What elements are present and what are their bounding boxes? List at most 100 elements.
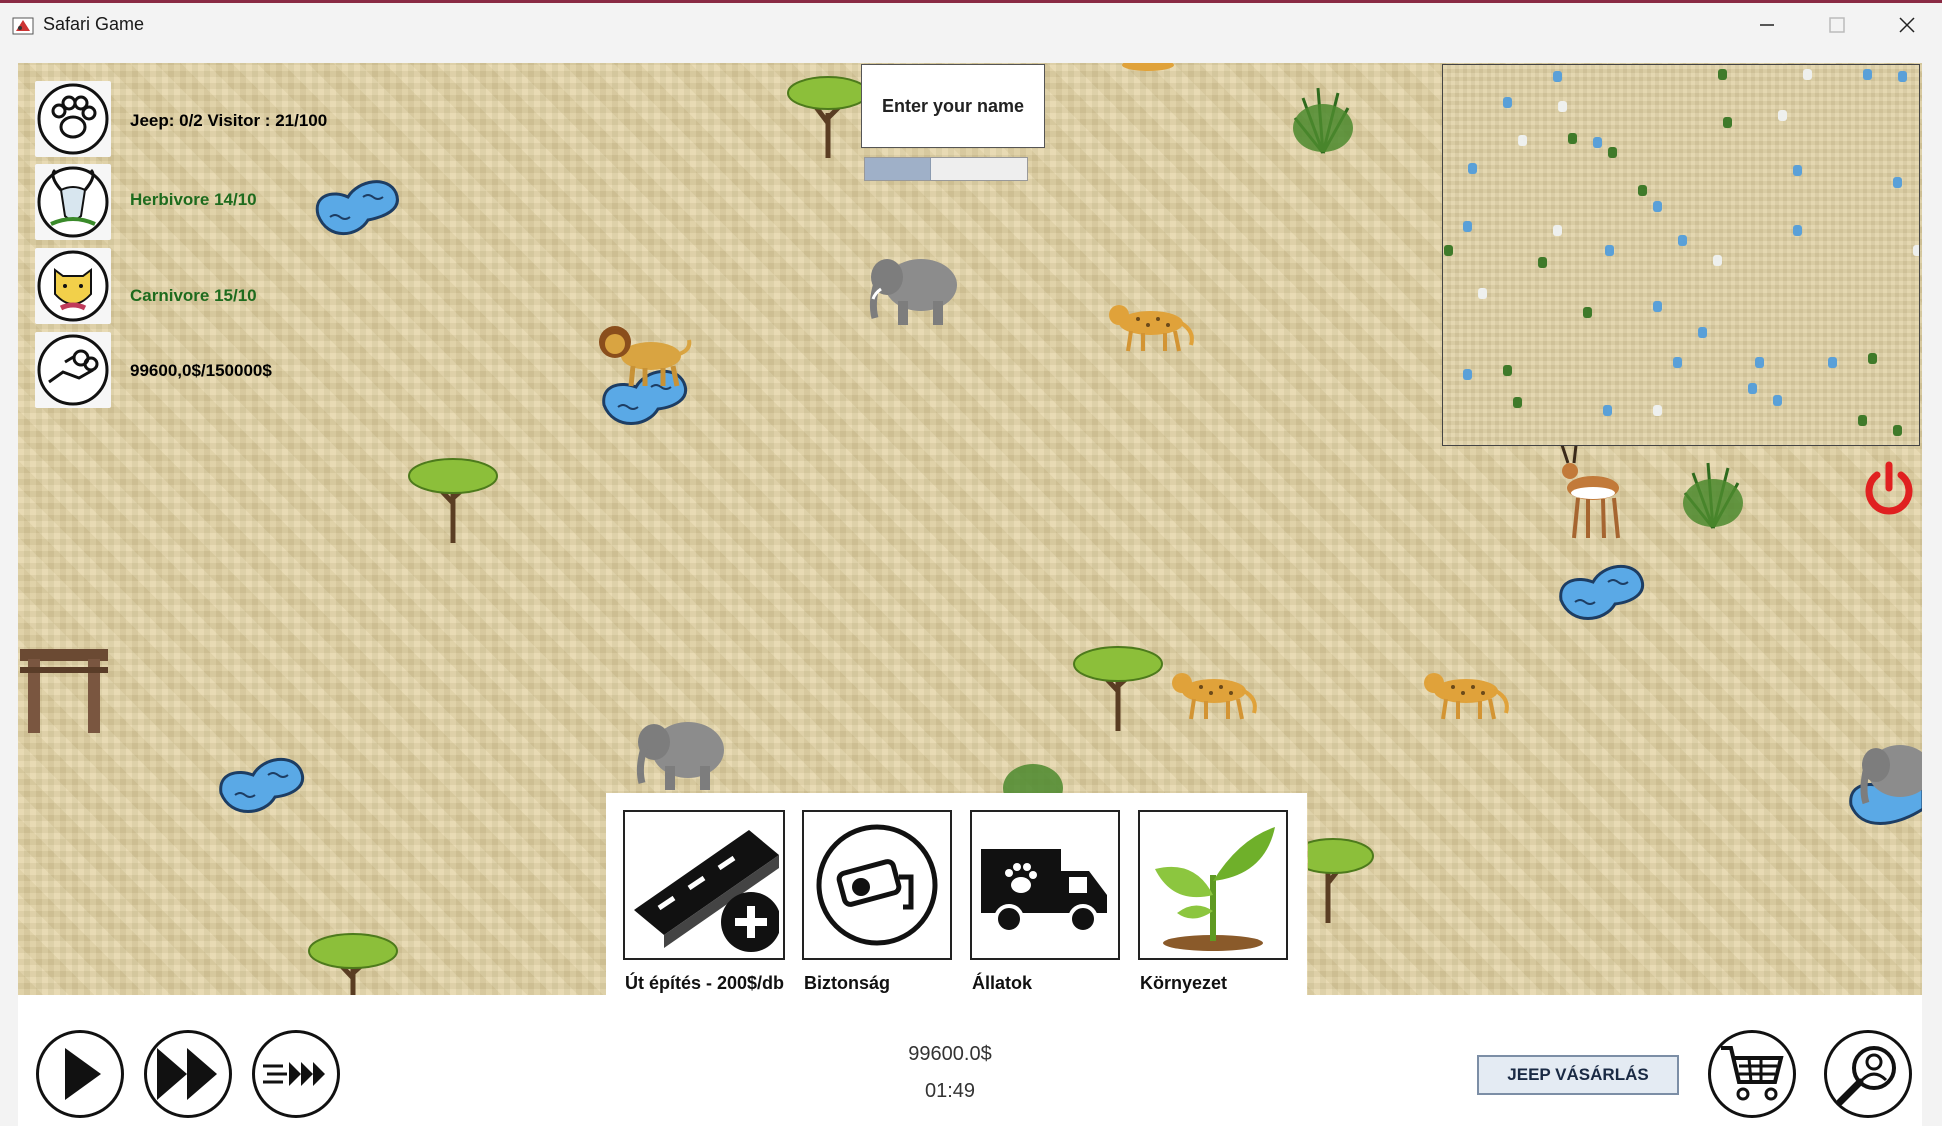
shop-button[interactable] — [1708, 1030, 1796, 1118]
progress-fill — [865, 158, 931, 180]
acacia-tree-sprite — [1073, 646, 1163, 731]
minimap-marker — [1698, 327, 1707, 338]
profile-search-button[interactable] — [1824, 1030, 1912, 1118]
animal-sprite-partial — [1122, 63, 1174, 71]
minimap-marker — [1828, 357, 1837, 368]
park-gate-sprite — [20, 649, 108, 733]
build-security-button[interactable] — [802, 810, 952, 960]
acacia-tree-sprite — [1308, 838, 1374, 923]
minimap-marker — [1653, 301, 1662, 312]
minimap-marker — [1568, 133, 1577, 144]
cheetah-sprite — [1109, 305, 1194, 352]
user-search-icon — [1836, 1046, 1896, 1106]
herbivore-count: Herbivore 14/10 — [130, 190, 257, 209]
paw-prints-icon — [37, 83, 109, 155]
build-security-label: Biztonság — [804, 973, 891, 993]
close-button[interactable] — [1872, 3, 1942, 47]
money-goal: 99600,0$/150000$ — [130, 361, 272, 380]
cheetah-head-icon — [37, 250, 109, 322]
minimap-marker — [1793, 225, 1802, 236]
close-icon — [1899, 17, 1915, 33]
minimap-marker — [1553, 225, 1562, 236]
minimap-marker — [1773, 395, 1782, 406]
goat-head-icon — [37, 166, 109, 238]
build-animals-button[interactable] — [970, 810, 1120, 960]
carnivore-count: Carnivore 15/10 — [130, 286, 257, 305]
minimap-marker — [1723, 117, 1732, 128]
power-icon[interactable] — [1860, 460, 1918, 518]
player-name-input[interactable]: Enter your name — [861, 64, 1045, 148]
minimize-icon — [1760, 24, 1774, 26]
build-animals-label: Állatok — [972, 973, 1033, 993]
speed-arrows-icon — [263, 1062, 325, 1086]
jeep-visitor-count: Jeep: 0/2 Visitor : 21/100 — [130, 111, 328, 130]
minimap-marker — [1673, 357, 1682, 368]
buy-jeep-button[interactable]: JEEP VÁSÁRLÁS — [1477, 1055, 1679, 1095]
money-icon-tile — [35, 332, 111, 408]
minimap-marker — [1593, 137, 1602, 148]
build-environment-button[interactable] — [1138, 810, 1288, 960]
gazelle-sprite — [1560, 444, 1620, 539]
visitors-icon-tile — [35, 81, 111, 157]
minimap-marker — [1558, 101, 1567, 112]
road-plus-icon — [634, 830, 779, 952]
herbivore-icon-tile — [35, 164, 111, 240]
build-environment-label: Környezet — [1140, 973, 1228, 993]
play-icon — [65, 1048, 101, 1100]
animal-truck-icon — [981, 849, 1107, 934]
lake-sprite — [1559, 564, 1645, 620]
minimap-marker — [1913, 245, 1919, 256]
minimap-marker — [1868, 353, 1877, 364]
shopping-cart-icon — [1721, 1046, 1784, 1101]
minimap-marker — [1893, 177, 1902, 188]
window-title: Safari Game — [43, 14, 145, 34]
loading-progress-bar — [864, 157, 1028, 181]
elephant-sprite — [1860, 745, 1922, 805]
minimap-marker — [1463, 369, 1472, 380]
minimap-marker — [1653, 405, 1662, 416]
minimap-marker — [1858, 415, 1867, 426]
minimap-marker — [1468, 163, 1477, 174]
elephant-sprite — [636, 722, 724, 790]
minimap-marker — [1803, 69, 1812, 80]
maximize-button[interactable] — [1802, 3, 1872, 47]
cheetah-sprite — [1172, 673, 1257, 720]
acacia-tree-sprite — [308, 933, 398, 995]
minimap-marker — [1778, 110, 1787, 121]
minimap-marker — [1793, 165, 1802, 176]
minimap-marker — [1513, 397, 1522, 408]
minimap[interactable] — [1442, 64, 1920, 446]
minimap-marker — [1678, 235, 1687, 246]
java-app-icon — [12, 17, 34, 35]
minimap-marker — [1713, 255, 1722, 266]
minimap-marker — [1608, 147, 1617, 158]
minimap-marker — [1478, 288, 1487, 299]
minimize-button[interactable] — [1732, 3, 1802, 47]
elephant-sprite — [869, 259, 957, 325]
game-time: 01:49 — [924, 1080, 976, 1102]
minimap-marker — [1653, 201, 1662, 212]
lake-sprite — [219, 757, 305, 813]
build-road-button[interactable] — [623, 810, 785, 960]
minimap-marker — [1503, 365, 1512, 376]
fast-forward-icon — [157, 1048, 217, 1100]
minimap-marker — [1518, 135, 1527, 146]
cheetah-sprite — [1424, 673, 1509, 720]
build-menu: Út építés - 200$/db Biztonság Állatok Kö… — [606, 793, 1307, 995]
play-button[interactable] — [36, 1030, 124, 1118]
minimap-marker — [1893, 425, 1902, 436]
minimap-marker — [1748, 383, 1757, 394]
fast-forward-button[interactable] — [144, 1030, 232, 1118]
minimap-marker — [1463, 221, 1472, 232]
minimap-marker — [1538, 257, 1547, 268]
minimap-marker — [1553, 71, 1562, 82]
minimap-marker — [1638, 185, 1647, 196]
fastest-speed-button[interactable] — [252, 1030, 340, 1118]
hand-coins-icon — [37, 334, 109, 406]
minimap-marker — [1898, 71, 1907, 82]
title-bar: Safari Game — [0, 0, 1942, 46]
carnivore-icon-tile — [35, 248, 111, 324]
current-money: 99600.0$ — [908, 1043, 992, 1065]
maximize-icon — [1829, 17, 1845, 33]
plant-sprout-icon — [1155, 827, 1275, 951]
